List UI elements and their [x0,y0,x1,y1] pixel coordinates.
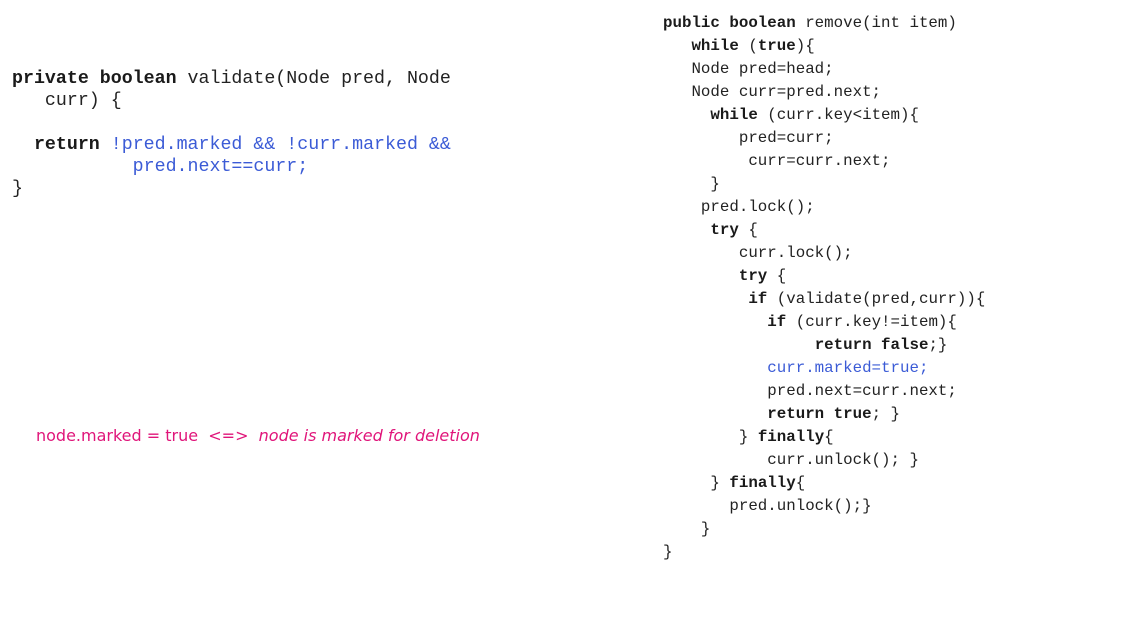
code-text: ( [738,37,758,55]
remove-line-9: pred.lock(); [663,196,985,219]
remove-line-13: if (validate(pred,curr)){ [663,288,985,311]
remove-line-16: curr.marked=true; [663,357,985,380]
remove-line-24: } [663,541,985,564]
code-keyword: if [748,290,768,308]
code-text: remove(int item) [795,14,957,32]
remove-line-20: curr.unlock(); } [663,449,985,472]
remove-line-21: } finally{ [663,472,985,495]
remove-line-23: } [663,518,985,541]
code-text: } [738,428,758,446]
remove-line-19: } finally{ [663,426,985,449]
remove-line-14: if (curr.key!=item){ [663,311,985,334]
code-text: curr=curr.next; [663,152,891,170]
validate-line-2: curr) { [12,90,451,112]
validate-code-block: private boolean validate(Node pred, Node… [12,68,451,200]
note-description: node is marked for deletion [258,426,480,445]
remove-line-4: Node curr=pred.next; [663,81,985,104]
code-keyword: finally [757,428,825,446]
code-text: pred.unlock();} [729,497,872,515]
code-text: ; } [871,405,901,423]
code-text: pred=curr; [663,129,834,147]
code-text: curr.unlock(); } [767,451,919,469]
code-text: } [663,543,673,561]
code-text: (curr.key<item){ [757,106,919,124]
code-text: } [12,179,23,199]
code-text: { [824,428,834,446]
code-text: curr) { [12,91,122,111]
code-text: Node curr=pred.next; [663,83,882,101]
code-highlight: !pred.marked && !curr.marked && [99,135,451,155]
code-keyword: private boolean [12,69,177,89]
code-keyword: true [757,37,796,55]
code-text: ;} [928,336,948,354]
validate-line-5: } [12,178,451,200]
remove-line-11: curr.lock(); [663,242,985,265]
code-keyword: finally [729,474,796,492]
remove-line-2: while (true){ [663,35,985,58]
code-keyword: return false [814,336,929,354]
code-text: { [795,474,806,492]
code-text: curr.lock(); [663,244,853,262]
code-text: pred.next=curr.next; [767,382,957,400]
code-keyword: public boolean [663,14,796,32]
remove-line-7: curr=curr.next; [663,150,985,173]
validate-blank-line [12,112,451,134]
remove-line-1: public boolean remove(int item) [663,12,985,35]
code-text: validate(Node pred, Node [176,69,451,89]
remove-line-6: pred=curr; [663,127,985,150]
remove-line-10: try { [663,219,985,242]
code-text: ){ [795,37,815,55]
validate-line-3: return !pred.marked && !curr.marked && [12,134,451,156]
remove-line-3: Node pred=head; [663,58,985,81]
remove-line-18: return true; } [663,403,985,426]
marked-definition-note: node.marked = true <=> node is marked fo… [36,426,480,445]
code-text: { [738,221,758,239]
code-keyword: return [33,135,100,155]
code-keyword: if [767,313,787,331]
code-text: } [710,474,730,492]
remove-line-5: while (curr.key<item){ [663,104,985,127]
remove-line-17: pred.next=curr.next; [663,380,985,403]
code-highlight: curr.marked=true; [767,359,929,377]
remove-line-12: try { [663,265,985,288]
note-definition: node.marked = true <=> [36,426,259,445]
remove-line-15: return false;} [663,334,985,357]
code-text: pred.lock(); [663,198,815,216]
code-keyword: while [691,37,739,55]
remove-code-block: public boolean remove(int item) while (t… [663,12,985,564]
code-highlight: pred.next==curr; [12,157,309,177]
code-keyword: return true [767,405,872,423]
validate-line-4: pred.next==curr; [12,156,451,178]
code-text: Node pred=head; [663,60,834,78]
remove-line-8: } [663,173,985,196]
code-text: } [663,175,720,193]
code-text: (validate(pred,curr)){ [767,290,986,308]
validate-line-1: private boolean validate(Node pred, Node [12,68,451,90]
code-text: } [700,520,711,538]
code-keyword: try [710,221,739,239]
code-text: (curr.key!=item){ [786,313,957,331]
code-keyword: try [738,267,768,285]
remove-line-22: pred.unlock();} [663,495,985,518]
code-keyword: while [710,106,758,124]
code-text: { [767,267,787,285]
